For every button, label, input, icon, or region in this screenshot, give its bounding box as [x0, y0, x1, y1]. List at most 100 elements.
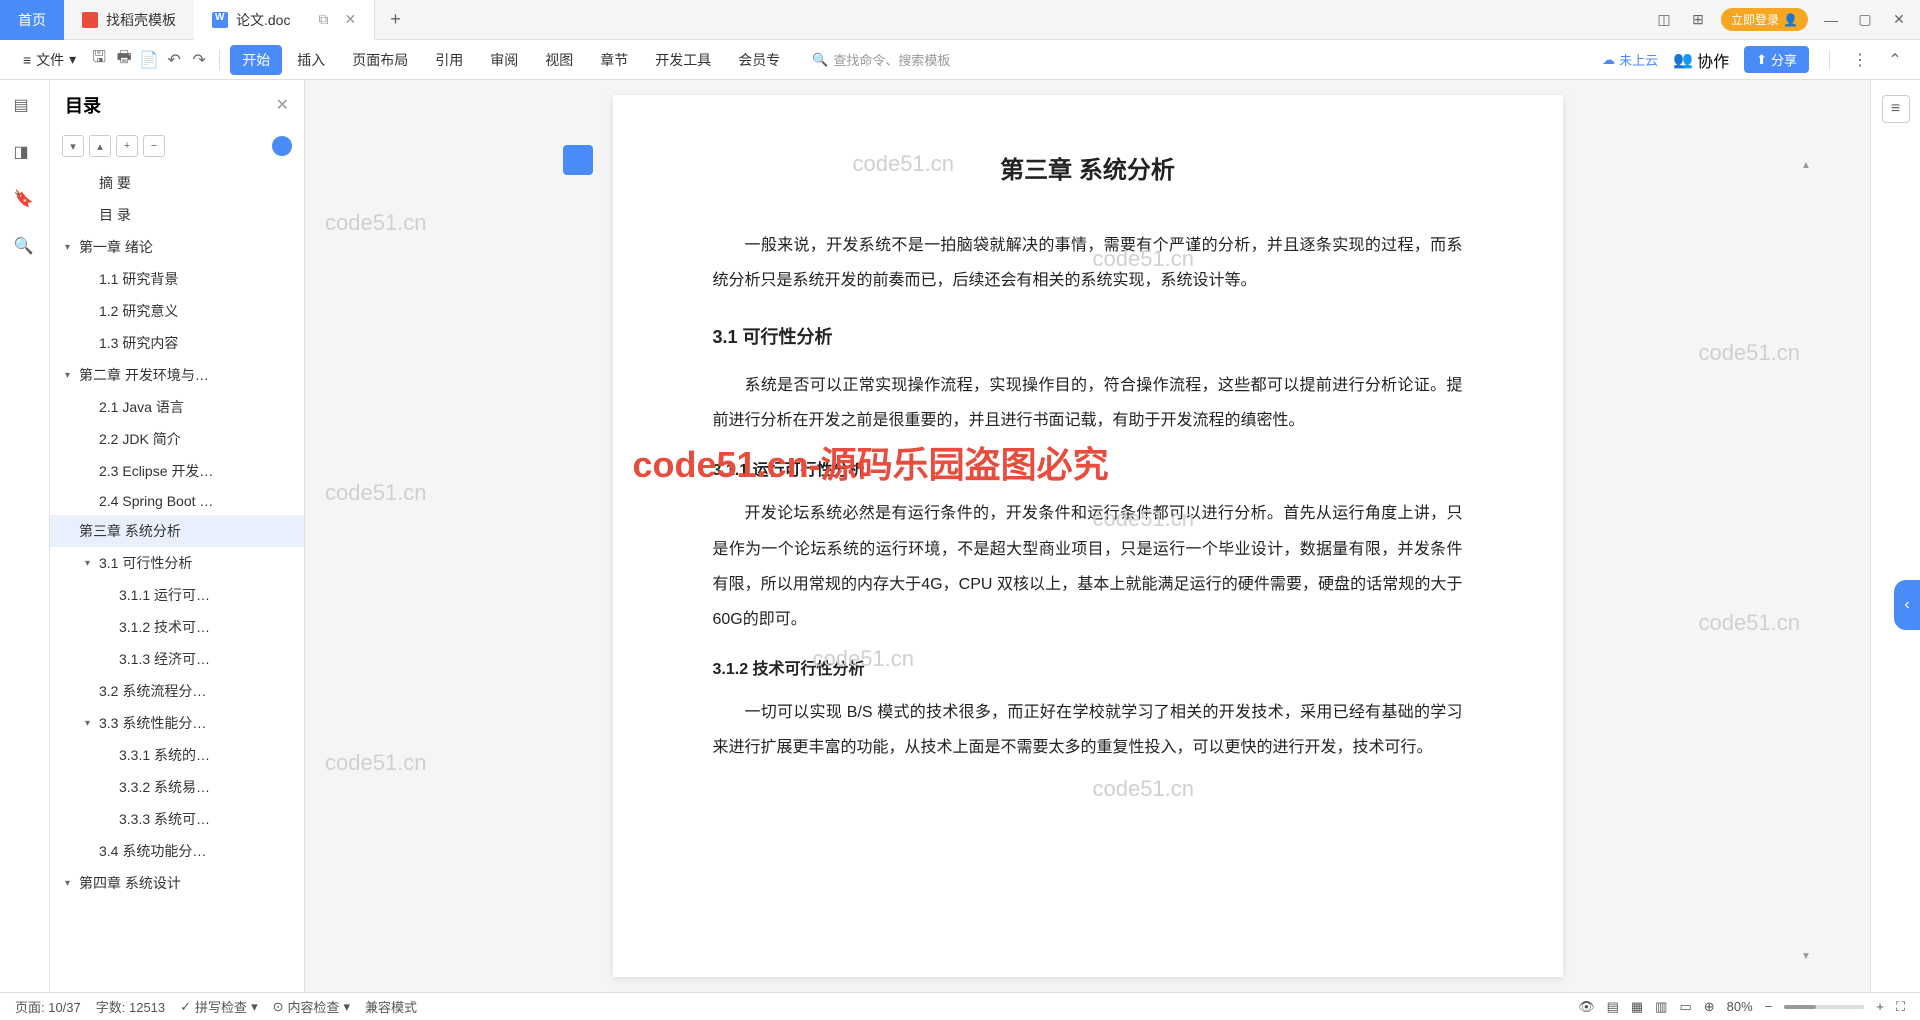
cloud-button[interactable]: ☁未上云 [1602, 50, 1658, 69]
outline-item[interactable]: ▾第二章 开发环境与… [50, 359, 304, 391]
ribbon-tab-8[interactable]: 会员专 [726, 45, 792, 75]
redo-icon[interactable]: ↷ [189, 50, 209, 70]
outline-item[interactable]: 1.2 研究意义 [50, 295, 304, 327]
more-icon[interactable]: ⋮ [1850, 50, 1870, 70]
user-icon: 👤 [1783, 13, 1798, 27]
outline-item[interactable]: 3.1.1 运行可… [50, 579, 304, 611]
outline-item[interactable]: 3.3.2 系统易… [50, 771, 304, 803]
ribbon-tab-0[interactable]: 开始 [230, 45, 282, 75]
zoom-slider[interactable] [1784, 1005, 1864, 1009]
document-area[interactable]: code51.cn code51.cn code51.cn code51.cn … [305, 80, 1870, 992]
ribbon-tab-7[interactable]: 开发工具 [643, 45, 723, 75]
outline-item[interactable]: ▾3.1 可行性分析 [50, 547, 304, 579]
find-icon[interactable]: 🔍 [14, 236, 36, 258]
remove-heading-icon[interactable]: − [143, 135, 165, 157]
layout-icon[interactable]: ◫ [1653, 9, 1675, 31]
window-mode-icon[interactable]: ⧉ [318, 11, 328, 28]
ribbon-tab-1[interactable]: 插入 [285, 45, 337, 75]
print-icon[interactable]: 🖶 [114, 50, 134, 70]
outline-item[interactable]: ▾3.3 系统性能分… [50, 707, 304, 739]
undo-icon[interactable]: ↶ [164, 50, 184, 70]
watermark: code51.cn [1698, 610, 1800, 636]
outline-item[interactable]: 摘 要 [50, 167, 304, 199]
scroll-up-icon[interactable]: ▲ [1801, 160, 1811, 171]
ribbon-tab-2[interactable]: 页面布局 [340, 45, 420, 75]
ribbon-tab-6[interactable]: 章节 [588, 45, 640, 75]
fullscreen-icon[interactable]: ⛶ [1896, 999, 1905, 1015]
share-button[interactable]: ⬆分享 [1744, 46, 1809, 73]
outline-item[interactable]: 2.2 JDK 简介 [50, 423, 304, 455]
watermark: code51.cn [1093, 765, 1195, 813]
outline-item[interactable]: 3.1.3 经济可… [50, 643, 304, 675]
outline-item[interactable]: 1.1 研究背景 [50, 263, 304, 295]
side-drawer-icon[interactable]: ‹ [1894, 580, 1920, 630]
cloud-icon: ☁ [1602, 52, 1615, 68]
properties-icon[interactable]: ≡ [1882, 95, 1910, 123]
zoom-settings-icon[interactable]: ⊕ [1704, 999, 1715, 1015]
view-outline-icon[interactable]: ▦ [1631, 999, 1643, 1015]
outline-item[interactable]: 3.3.1 系统的… [50, 739, 304, 771]
window-close-icon[interactable]: ✕ [1888, 9, 1910, 31]
outline-item[interactable]: ▾第四章 系统设计 [50, 867, 304, 899]
nav-icon[interactable]: ◨ [14, 142, 36, 164]
spell-check[interactable]: ✓拼写检查 ▾ [180, 997, 257, 1016]
compat-mode[interactable]: 兼容模式 [365, 997, 417, 1016]
add-tab-button[interactable]: + [375, 9, 416, 30]
view-page-icon[interactable]: ▤ [1607, 999, 1619, 1015]
outline-item[interactable]: 1.3 研究内容 [50, 327, 304, 359]
zoom-level[interactable]: 80% [1727, 999, 1753, 1014]
preview-icon[interactable]: 📄 [139, 50, 159, 70]
doc-icon [212, 12, 228, 28]
page-indicator[interactable]: 页面: 10/37 [15, 997, 81, 1016]
file-menu[interactable]: ≡ 文件 ▾ [15, 46, 84, 74]
outline-item[interactable]: 目 录 [50, 199, 304, 231]
doc-tab[interactable]: 论文.doc⧉✕ [194, 0, 375, 40]
subsection-heading: 3.1.1 运行可行性分析 [713, 453, 1463, 488]
outline-item[interactable]: 2.3 Eclipse 开发… [50, 455, 304, 487]
outline-item[interactable]: 3.3.3 系统可… [50, 803, 304, 835]
title-tabs: 首页 找稻壳模板 论文.doc⧉✕ + ◫ ⊞ 立即登录👤 — ▢ ✕ [0, 0, 1920, 40]
chapter-heading: 第三章 系统分析 [713, 145, 1463, 198]
bookmark-icon[interactable]: 🔖 [14, 189, 36, 211]
eye-icon[interactable]: 👁 [1578, 999, 1595, 1015]
login-button[interactable]: 立即登录👤 [1721, 8, 1808, 31]
page-marker-icon[interactable] [563, 145, 593, 175]
outline-title: 目录 [65, 92, 101, 118]
view-web-icon[interactable]: ▥ [1655, 999, 1667, 1015]
outline-item[interactable]: 2.4 Spring Boot … [50, 487, 304, 515]
ribbon-tab-5[interactable]: 视图 [533, 45, 585, 75]
outline-item[interactable]: 3.1.2 技术可… [50, 611, 304, 643]
search-box[interactable]: 🔍查找命令、搜索模板 [812, 50, 950, 69]
template-tab[interactable]: 找稻壳模板 [64, 0, 194, 40]
minimize-icon[interactable]: — [1820, 9, 1842, 31]
ribbon-tab-4[interactable]: 审阅 [478, 45, 530, 75]
apps-icon[interactable]: ⊞ [1687, 9, 1709, 31]
ai-icon[interactable] [272, 136, 292, 156]
close-icon[interactable]: ✕ [344, 11, 356, 28]
word-count[interactable]: 字数: 12513 [96, 997, 165, 1016]
collapse-icon[interactable]: ⌃ [1885, 50, 1905, 70]
outline-item[interactable]: 第三章 系统分析 [50, 515, 304, 547]
maximize-icon[interactable]: ▢ [1854, 9, 1876, 31]
outline-item[interactable]: 3.2 系统流程分… [50, 675, 304, 707]
zoom-out-icon[interactable]: − [1765, 999, 1773, 1014]
content-check[interactable]: ⊙内容检查 ▾ [273, 997, 350, 1016]
collab-button[interactable]: 👥协作 [1673, 48, 1729, 72]
outline-icon[interactable]: ▤ [14, 95, 36, 117]
home-tab[interactable]: 首页 [0, 0, 64, 40]
view-read-icon[interactable]: ▭ [1679, 999, 1691, 1015]
outline-item[interactable]: ▾第一章 绪论 [50, 231, 304, 263]
outline-close-icon[interactable]: ✕ [276, 95, 289, 115]
add-heading-icon[interactable]: + [116, 135, 138, 157]
ribbon-tab-3[interactable]: 引用 [423, 45, 475, 75]
paragraph: 一切可以实现 B/S 模式的技术很多，而正好在学校就学习了相关的开发技术，采用已… [713, 695, 1463, 765]
template-icon [82, 12, 98, 28]
expand-all-icon[interactable]: ▴ [89, 135, 111, 157]
outline-item[interactable]: 2.1 Java 语言 [50, 391, 304, 423]
save-icon[interactable]: 🖫 [89, 50, 109, 70]
outline-item[interactable]: 3.4 系统功能分… [50, 835, 304, 867]
ribbon: ≡ 文件 ▾ 🖫 🖶 📄 ↶ ↷ 开始插入页面布局引用审阅视图章节开发工具会员专… [0, 40, 1920, 80]
collapse-all-icon[interactable]: ▾ [62, 135, 84, 157]
zoom-in-icon[interactable]: + [1876, 999, 1884, 1014]
scroll-down-icon[interactable]: ▼ [1801, 951, 1811, 962]
